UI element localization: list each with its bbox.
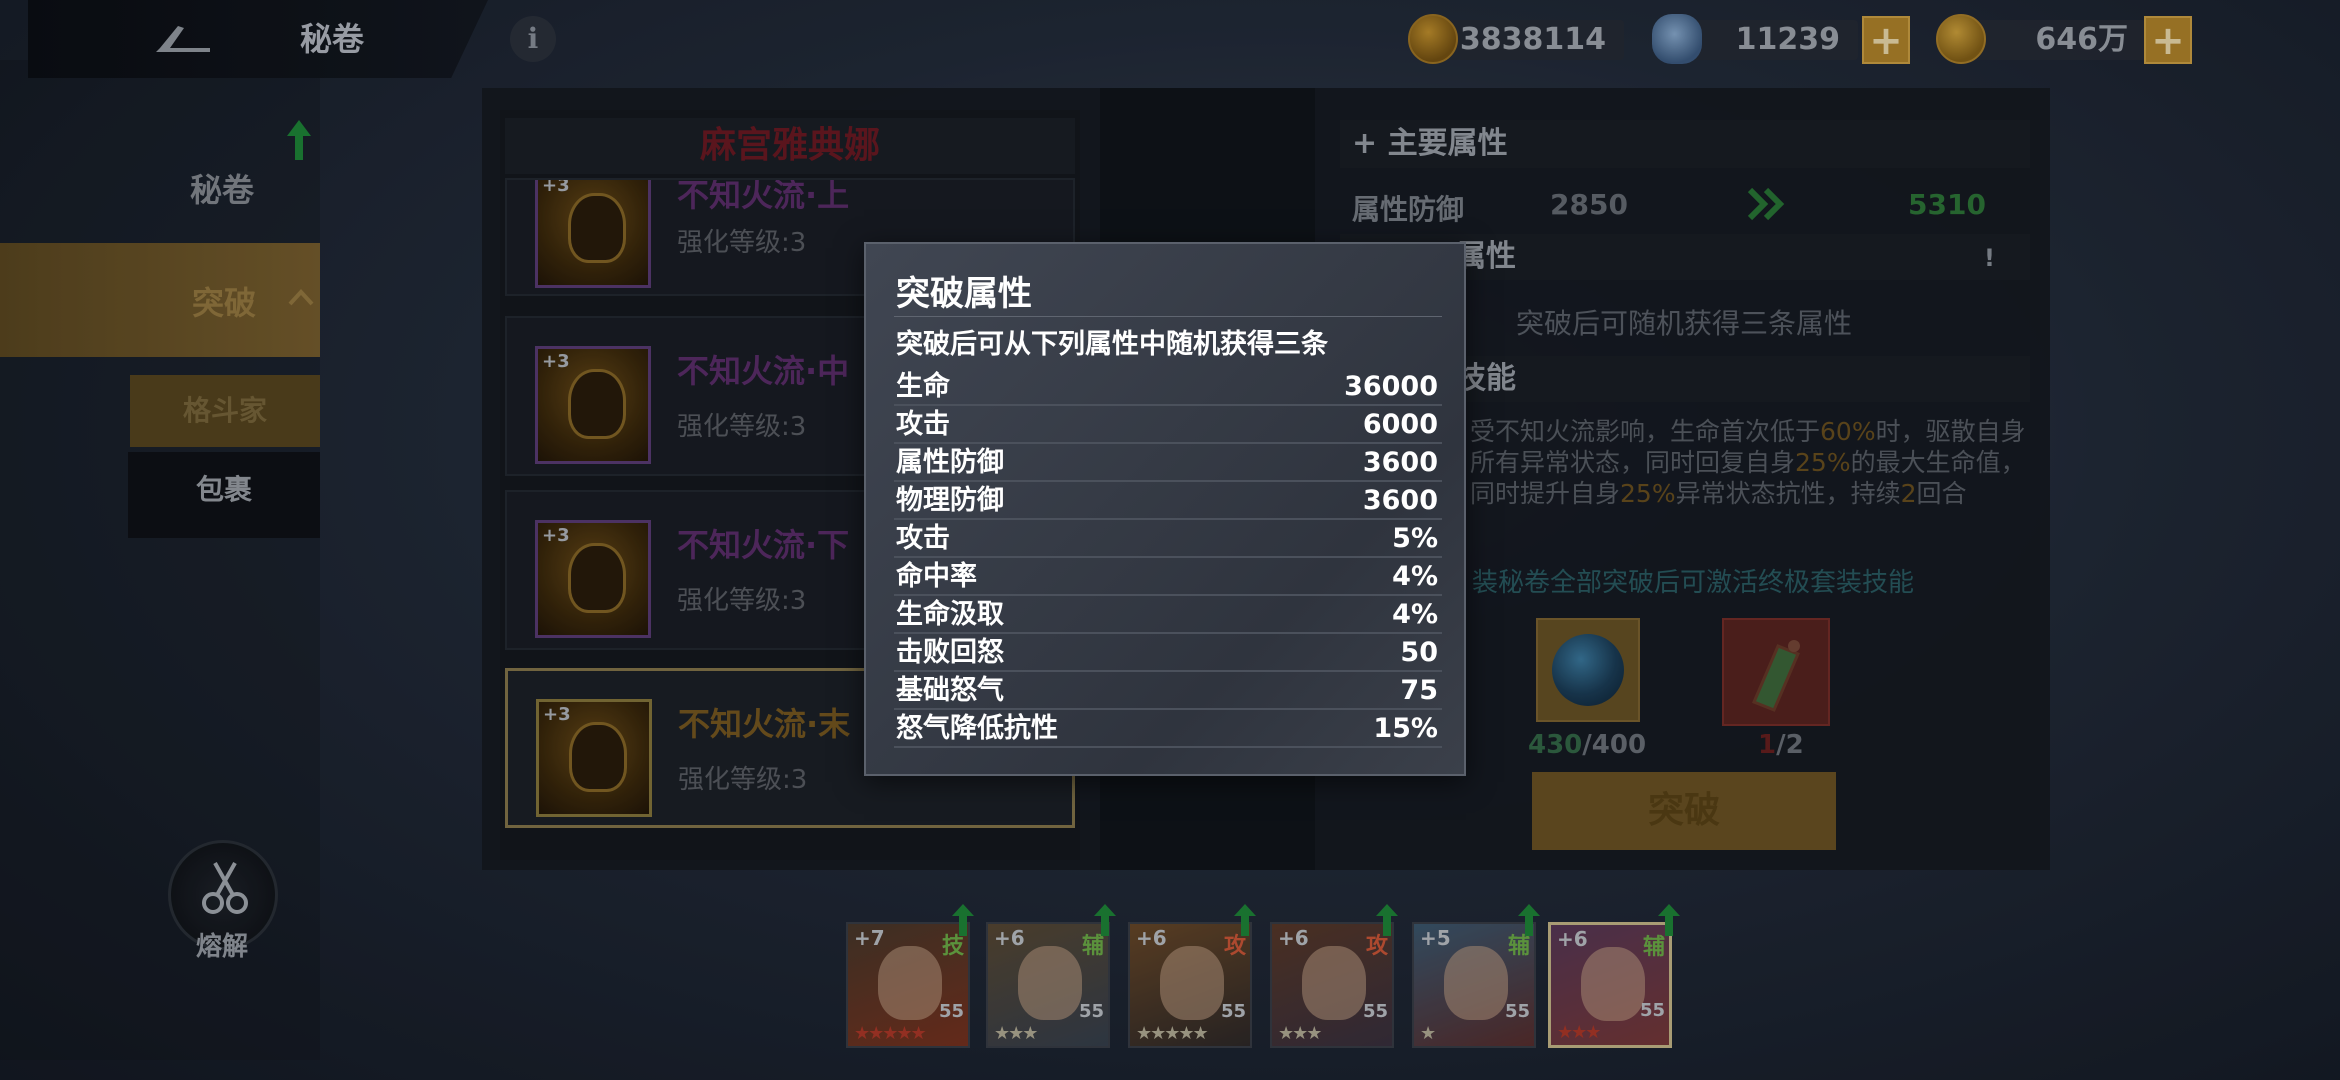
stat-name: 击败回怒 <box>896 637 1004 668</box>
popup-subtitle: 突破后可从下列属性中随机获得三条 <box>896 329 1328 360</box>
stat-row: 属性防御 3600 <box>894 444 1442 482</box>
stat-list: 生命 36000 攻击 6000 属性防御 3600 物理防御 3600 攻击 5% 命中… <box>894 368 1442 748</box>
stat-value: 6000 <box>1362 409 1438 440</box>
stat-name: 怒气降低抗性 <box>896 713 1058 744</box>
stat-name: 生命 <box>896 371 950 402</box>
divider <box>894 316 1442 317</box>
stat-row: 击败回怒 50 <box>894 634 1442 672</box>
stat-row: 怒气降低抗性 15% <box>894 710 1442 748</box>
stat-value: 15% <box>1373 713 1438 744</box>
stat-row: 攻击 5% <box>894 520 1442 558</box>
stat-value: 4% <box>1392 599 1438 630</box>
stat-value: 50 <box>1400 637 1438 668</box>
stat-value: 4% <box>1392 561 1438 592</box>
stat-name: 基础怒气 <box>896 675 1004 706</box>
stat-value: 5% <box>1392 523 1438 554</box>
stat-name: 生命汲取 <box>896 599 1004 630</box>
stat-name: 攻击 <box>896 523 950 554</box>
stat-value: 3600 <box>1362 447 1438 478</box>
stat-row: 攻击 6000 <box>894 406 1442 444</box>
stat-name: 攻击 <box>896 409 950 440</box>
stat-value: 3600 <box>1362 485 1438 516</box>
stat-name: 属性防御 <box>896 447 1004 478</box>
stat-row: 命中率 4% <box>894 558 1442 596</box>
breakthrough-attributes-popup: 突破属性 突破后可从下列属性中随机获得三条 生命 36000 攻击 6000 属性防… <box>864 242 1466 776</box>
stat-name: 命中率 <box>896 561 977 592</box>
stat-value: 75 <box>1400 675 1438 706</box>
popup-title: 突破属性 <box>896 274 1032 314</box>
stat-value: 36000 <box>1344 371 1438 402</box>
stat-row: 物理防御 3600 <box>894 482 1442 520</box>
stat-row: 基础怒气 75 <box>894 672 1442 710</box>
stat-row: 生命汲取 4% <box>894 596 1442 634</box>
stat-name: 物理防御 <box>896 485 1004 516</box>
stat-row: 生命 36000 <box>894 368 1442 406</box>
